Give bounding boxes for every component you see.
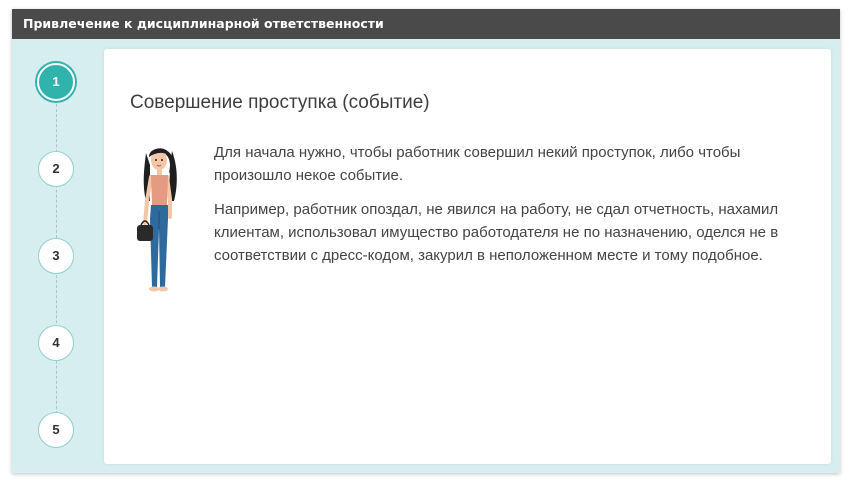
step-5-button[interactable]: 5 (38, 412, 74, 448)
content-paragraph-1: Для начала нужно, чтобы работник соверши… (214, 144, 741, 184)
content-panel: Совершение проступка (событие) Для начал… (104, 49, 831, 464)
step-navigation: 1 2 3 4 5 (12, 39, 102, 473)
step-2-button[interactable]: 2 (38, 151, 74, 187)
window-title: Привлечение к дисциплинарной ответственн… (12, 9, 840, 39)
woman-character-illustration (137, 148, 177, 292)
step-3-button[interactable]: 3 (38, 238, 74, 274)
step-1-button[interactable]: 1 (37, 63, 75, 101)
content-text: Для начала нужно, чтобы работник соверши… (214, 141, 814, 278)
content-paragraph-2: Например, работник опоздал, не явился на… (214, 201, 779, 264)
course-window: Привлечение к дисциплинарной ответственн… (12, 9, 840, 473)
step-4-button[interactable]: 4 (38, 325, 74, 361)
content-title: Совершение проступка (событие) (130, 92, 430, 113)
